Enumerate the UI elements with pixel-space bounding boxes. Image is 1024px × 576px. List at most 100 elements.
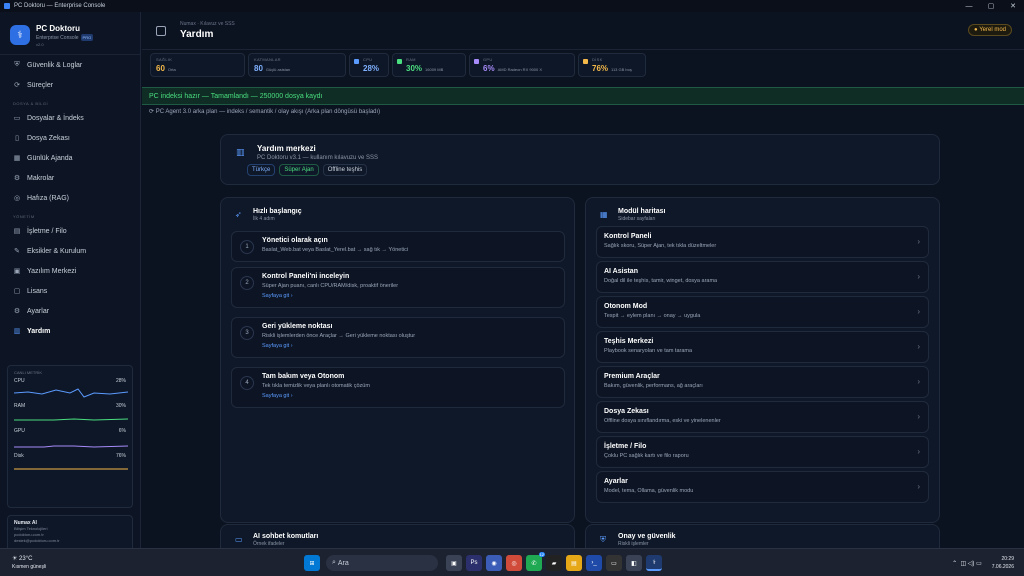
sidebar-item-files[interactable]: ▭ Dosyalar & İndeks	[0, 108, 140, 128]
step-card[interactable]: 4 Tam bakım veya Otonom Tek tıkla temizl…	[231, 367, 565, 408]
stat-sub: 113 GB boş	[611, 67, 632, 72]
clock-date: 7.06.2026	[991, 564, 1014, 570]
brand-name: PC Doktoru	[36, 23, 80, 33]
building-icon: ▤	[13, 228, 21, 235]
breadcrumb: Numax · Kılavuz ve SSS	[180, 21, 235, 27]
calendar-icon: ▦	[13, 155, 21, 162]
step-card[interactable]: 2 Kontrol Paneli'ni inceleyin Süper Ajan…	[231, 267, 565, 308]
stat-sub: Güçlü asistan	[265, 67, 291, 72]
module-title: Kontrol Paneli	[604, 233, 652, 240]
stethoscope-icon: ⚕	[10, 25, 30, 45]
memory-icon: ◎	[13, 195, 21, 202]
sidebar-item-label: Eksikler & Kurulum	[27, 247, 87, 255]
window-titlebar: PC Doktoru — Enterprise Console — ▢ ✕	[0, 0, 1024, 12]
battery-icon[interactable]: ▭	[976, 560, 982, 567]
metric-label: GPU	[14, 428, 25, 434]
sidebar-item-license[interactable]: ▢ Lisans	[0, 281, 140, 301]
sidebar: ⚕ PC Doktoru Enterprise Console PRO v2.0 …	[0, 12, 141, 548]
task-view-icon[interactable]: ▣	[446, 555, 462, 571]
sidebar-item-memory[interactable]: ◎ Hafıza (RAG)	[0, 188, 140, 208]
module-title: AI Asistan	[604, 268, 638, 275]
module-item[interactable]: Premium Araçlar Bakım, güvenlik, performa…	[596, 366, 929, 398]
sidebar-item-help[interactable]: ▥ Yardım	[0, 321, 140, 341]
step-card[interactable]: 3 Geri yükleme noktası Riskli işlemlerde…	[231, 317, 565, 358]
module-map-title: Modül haritası	[618, 208, 666, 215]
sidebar-item-settings[interactable]: ⚙ Ayarlar	[0, 301, 140, 321]
sidebar-toggle-icon[interactable]	[156, 25, 166, 36]
card-subtitle: Riskli işlemler	[618, 541, 649, 547]
module-title: Teşhis Merkezi	[604, 338, 654, 345]
sidebar-item-security[interactable]: ⛨ Güvenlik & Loglar	[0, 55, 140, 75]
cmd-icon[interactable]: ▭	[606, 555, 622, 571]
quick-start-subtitle: İlk 4 adım	[253, 216, 275, 222]
module-item[interactable]: Kontrol Paneli Sağlık skoru, Süper Ajan, …	[596, 226, 929, 258]
chevron-up-icon[interactable]: ⌃	[952, 560, 960, 567]
chrome-icon[interactable]: ◎	[506, 555, 522, 571]
sidebar-item-processes[interactable]: ⟳ Süreçler	[0, 75, 140, 95]
stat-sub: Orta	[167, 67, 176, 72]
metric-label: RAM	[14, 403, 26, 409]
module-item[interactable]: Dosya Zekası Offline dosya sınıflandırma,…	[596, 401, 929, 433]
step-number: 2	[240, 276, 254, 290]
module-item[interactable]: Otonom Mod Tespit → eylem planı → onay → …	[596, 296, 929, 328]
step-link[interactable]: Sayfaya git ›	[262, 293, 293, 299]
pc-doktoru-taskbar-icon[interactable]: ⚕	[646, 555, 662, 571]
network-icon[interactable]: ◫	[960, 560, 967, 567]
company-email[interactable]: destek@pcdoktoru.com.tr	[14, 538, 126, 544]
maximize-button[interactable]: ▢	[980, 0, 1002, 12]
start-button[interactable]: ⊞	[304, 555, 320, 571]
chevron-right-icon: ›	[917, 272, 920, 281]
module-item[interactable]: Ayarlar Model, tema, Ollama, güvenlik mod…	[596, 471, 929, 503]
card-title: Onay ve güvenlik	[618, 533, 676, 540]
gpu-sparkline	[14, 445, 128, 448]
whatsapp-icon[interactable]: ✆ 12	[526, 552, 545, 571]
step-link[interactable]: Sayfaya git ›	[262, 393, 293, 399]
sidebar-item-macros[interactable]: ⚙ Makrolar	[0, 168, 140, 188]
app-icon[interactable]: ◧	[626, 555, 642, 571]
powershell-icon[interactable]: ›_	[586, 555, 602, 571]
sidebar-item-label: Yardım	[27, 327, 51, 335]
brand-subtitle: Enterprise Console	[36, 34, 79, 41]
sidebar-item-agenda[interactable]: ▦ Günlük Ajanda	[0, 148, 140, 168]
sidebar-item-setup[interactable]: ✎ Eksikler & Kurulum	[0, 241, 140, 261]
step-title: Geri yükleme noktası	[262, 323, 333, 330]
step-link[interactable]: Sayfaya git ›	[262, 343, 293, 349]
sidebar-item-label: Dosyalar & İndeks	[27, 114, 84, 122]
module-item[interactable]: Teşhis Merkezi Playbook senaryoları ve ta…	[596, 331, 929, 363]
quick-start-title: Hızlı başlangıç	[253, 208, 302, 215]
file-explorer-icon[interactable]: ▤	[566, 555, 582, 571]
chat-icon: ▭	[235, 535, 243, 544]
folder-icon: ▭	[13, 115, 21, 122]
sidebar-item-label: Günlük Ajanda	[27, 154, 73, 162]
search-placeholder: Ara	[337, 559, 349, 567]
taskbar: ☀ 23°C Kısmen güneşli ⊞ ⌕ Ara ▣ Ps ◉ ◎ ✆…	[0, 548, 1024, 576]
app-icon[interactable]: ◉	[486, 555, 502, 571]
sidebar-item-software[interactable]: ▣ Yazılım Merkezi	[0, 261, 140, 281]
sidebar-item-fleet[interactable]: ▤ İşletme / Filo	[0, 221, 140, 241]
step-desc: Baslat_Web.bat veya Baslat_Yerel.bat → s…	[262, 247, 409, 253]
step-card[interactable]: 1 Yönetici olarak açın Baslat_Web.bat ve…	[231, 231, 565, 262]
brand[interactable]: ⚕ PC Doktoru Enterprise Console PRO v2.0	[0, 12, 140, 58]
local-mode-badge[interactable]: ● Yerel mod	[968, 24, 1012, 36]
close-button[interactable]: ✕	[1002, 0, 1024, 12]
module-item[interactable]: AI Asistan Doğal dil ile teşhis, tamir, w…	[596, 261, 929, 293]
weather-desc: Kısmen güneşli	[12, 564, 47, 570]
step-desc: Tek tıkla temizlik veya planlı otomatik …	[262, 383, 370, 389]
clock[interactable]: 20:29 7.06.2026	[992, 555, 1014, 571]
stat-value: 28%	[363, 64, 380, 73]
terminal-icon[interactable]: ▰	[546, 555, 562, 571]
refresh-icon: ⟳	[149, 109, 156, 115]
metric-value: 76%	[115, 453, 126, 459]
photoshop-icon[interactable]: Ps	[466, 555, 482, 571]
sidebar-item-label: İşletme / Filo	[27, 227, 67, 235]
step-title: Tam bakım veya Otonom	[262, 373, 345, 380]
minimize-button[interactable]: —	[958, 0, 980, 12]
gpu-icon	[474, 59, 479, 64]
module-title: Otonom Mod	[604, 303, 648, 310]
sidebar-item-file-intel[interactable]: ▯ Dosya Zekası	[0, 128, 140, 148]
cpu-icon	[354, 59, 359, 64]
weather-widget[interactable]: ☀ 23°C Kısmen güneşli	[12, 555, 46, 571]
search-box[interactable]: ⌕ Ara	[326, 555, 438, 571]
module-item[interactable]: İşletme / Filo Çoklu PC sağlık kartı ve f…	[596, 436, 929, 468]
speaker-icon[interactable]: ◁)	[968, 560, 976, 567]
